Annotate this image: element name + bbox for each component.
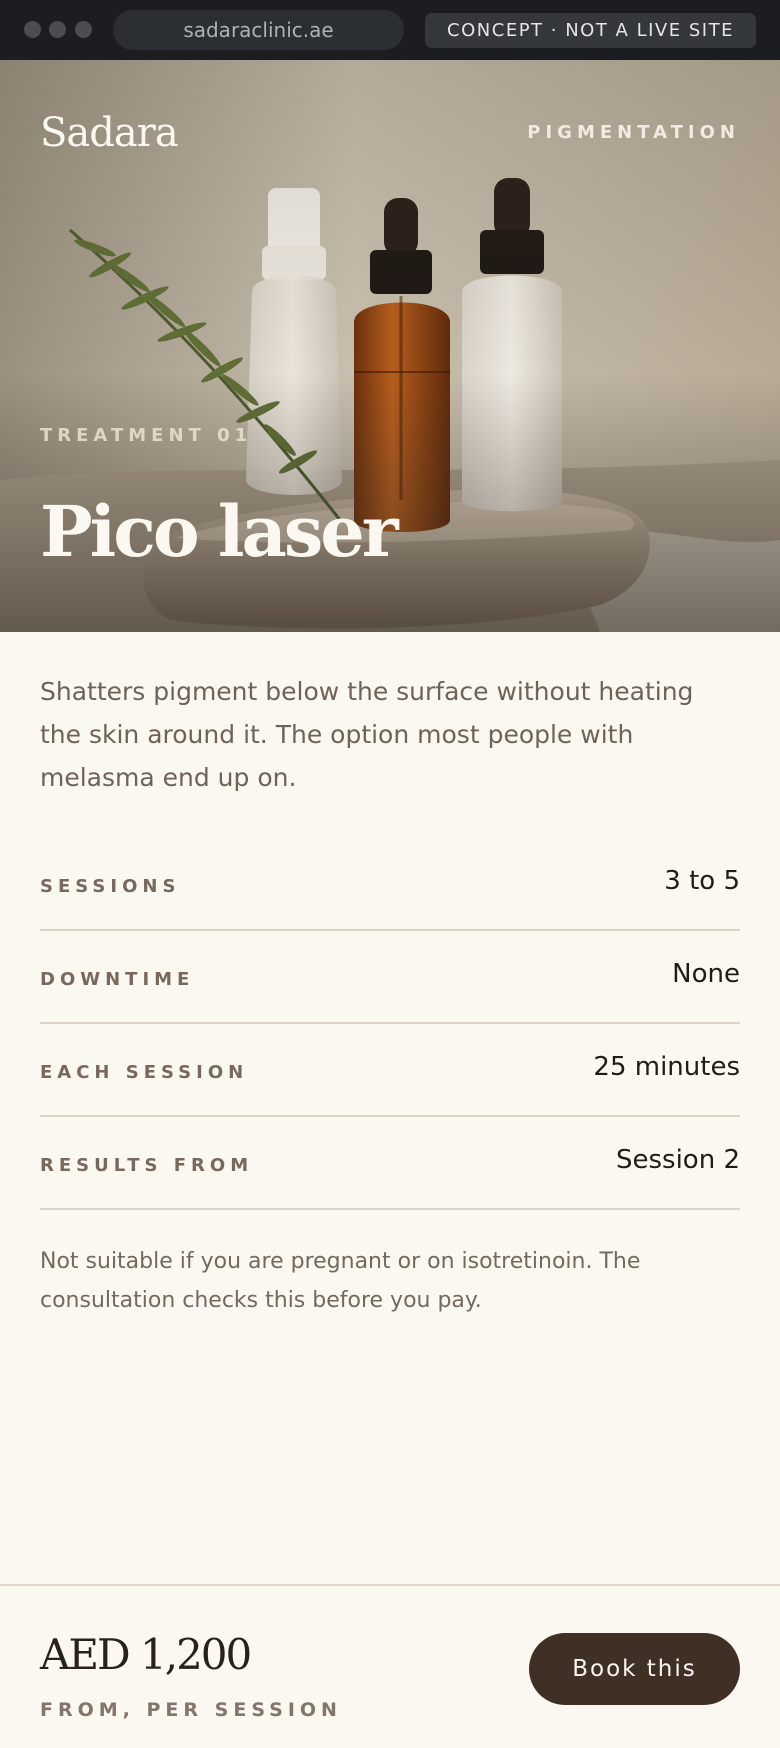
fact-value: 3 to 5 <box>664 866 740 896</box>
fact-value: 25 minutes <box>593 1052 740 1082</box>
fact-value: None <box>672 959 740 989</box>
browser-bar: sadaraclinic.ae CONCEPT · NOT A LIVE SIT… <box>0 0 780 60</box>
price-caption: FROM, PER SESSION <box>40 1699 342 1721</box>
window-dot-minimize[interactable] <box>49 21 66 38</box>
category-label: PIGMENTATION <box>527 122 740 143</box>
fact-label: EACH SESSION <box>40 1062 249 1083</box>
treatment-description: Shatters pigment below the surface witho… <box>40 677 694 792</box>
treatment-facts-list: SESSIONS 3 to 5 DOWNTIME None EACH SESSI… <box>40 838 740 1210</box>
price: AED 1,200 <box>40 1630 252 1679</box>
fact-row-sessions: SESSIONS 3 to 5 <box>40 838 740 931</box>
suitability-note: Not suitable if you are pregnant or on i… <box>40 1249 641 1313</box>
fact-label: SESSIONS <box>40 876 181 897</box>
brand-logo[interactable]: Sadara <box>40 110 179 156</box>
window-dot-maximize[interactable] <box>75 21 92 38</box>
book-button[interactable]: Book this <box>529 1633 740 1705</box>
fact-label: RESULTS FROM <box>40 1155 254 1176</box>
fact-row-results-from: RESULTS FROM Session 2 <box>40 1117 740 1210</box>
window-dot-close[interactable] <box>24 21 41 38</box>
fact-row-each-session: EACH SESSION 25 minutes <box>40 1024 740 1117</box>
treatment-title: Pico laser <box>40 490 399 573</box>
fact-row-downtime: DOWNTIME None <box>40 931 740 1024</box>
fact-value: Session 2 <box>615 1145 740 1175</box>
address-bar[interactable]: sadaraclinic.ae <box>113 10 404 50</box>
treatment-eyebrow: TREATMENT 01 <box>40 425 253 446</box>
hero-section: Sadara PIGMENTATION TREATMENT 01 Pico la… <box>0 60 780 632</box>
booking-footer: AED 1,200 FROM, PER SESSION Book this <box>0 1584 780 1748</box>
fact-label: DOWNTIME <box>40 969 195 990</box>
concept-notice-badge: CONCEPT · NOT A LIVE SITE <box>425 13 756 48</box>
